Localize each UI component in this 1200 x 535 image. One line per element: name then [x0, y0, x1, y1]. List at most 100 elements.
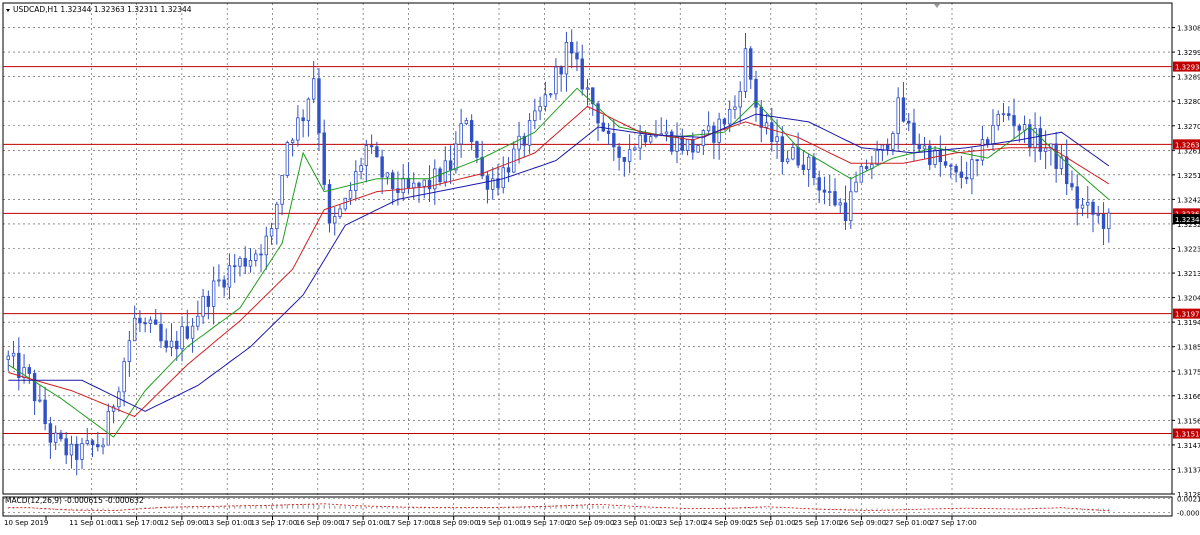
- y-tick-label: 1.31375: [1177, 466, 1200, 474]
- y-tick-label: 1.31945: [1177, 319, 1200, 327]
- macd-y-tick-label: 0.00212: [1177, 495, 1200, 503]
- candle: [38, 384, 42, 403]
- y-tick-label: 1.32515: [1177, 172, 1200, 180]
- y-tick-label: 1.32040: [1177, 295, 1200, 303]
- candle: [654, 120, 658, 139]
- candle: [248, 248, 253, 273]
- chart-svg[interactable]: 1.33085 1.32990 1.32895 1.32800 1.32705 1.326…: [0, 0, 1200, 531]
- candle: [954, 163, 958, 183]
- current-price-label: 1.32344: [1175, 216, 1200, 224]
- candle: [685, 139, 690, 156]
- candle: [996, 110, 1000, 131]
- candle: [80, 437, 84, 470]
- candle: [180, 316, 184, 362]
- candle: [454, 131, 458, 174]
- candle: [964, 161, 969, 184]
- candle: [311, 60, 316, 104]
- candle: [243, 246, 247, 275]
- candle: [17, 337, 21, 391]
- candle: [1101, 202, 1106, 246]
- x-tick-label: 12 Sep 09:00: [160, 519, 207, 527]
- candle: [828, 174, 832, 206]
- candle: [343, 197, 347, 212]
- x-tick-label: 26 Sep 09:00: [839, 519, 886, 527]
- candle: [675, 122, 679, 164]
- candle: [338, 203, 342, 219]
- x-tick-label: 20 Sep 09:00: [568, 519, 615, 527]
- candle: [533, 98, 537, 130]
- candle: [401, 164, 405, 201]
- y-tick-label: 1.32990: [1177, 49, 1200, 57]
- candle: [285, 140, 290, 178]
- candle: [464, 117, 469, 126]
- x-tick-label: 19 Sep 17:00: [522, 519, 569, 527]
- y-tick-label: 1.33085: [1177, 25, 1200, 33]
- candle: [269, 222, 274, 245]
- candle: [854, 171, 858, 193]
- x-tick-label: 11 Sep 17:00: [115, 519, 162, 527]
- candle: [227, 253, 232, 300]
- candle: [554, 58, 558, 100]
- candle: [501, 156, 505, 194]
- candle: [106, 403, 111, 446]
- candle: [559, 65, 563, 92]
- candle: [364, 139, 369, 183]
- candle: [843, 185, 848, 230]
- candle: [296, 105, 300, 147]
- candle: [448, 145, 453, 184]
- candle: [59, 429, 63, 442]
- candle: [443, 146, 448, 187]
- shift-marker-icon[interactable]: [934, 4, 940, 8]
- candle: [606, 123, 611, 145]
- candle: [1012, 98, 1016, 139]
- symbol-header: USDCAD,H1 1.32344 1.32363 1.32311 1.3234…: [13, 5, 192, 14]
- candle: [254, 249, 258, 267]
- candle: [564, 31, 569, 92]
- candle: [6, 350, 10, 372]
- candle: [32, 369, 37, 415]
- candle: [975, 159, 979, 177]
- candle: [1070, 170, 1074, 191]
- x-tick-label: 18 Sep 09:00: [432, 519, 479, 527]
- symbol-dropdown-icon[interactable]: [6, 9, 10, 12]
- candle: [211, 266, 216, 325]
- candle: [422, 179, 426, 199]
- candle: [670, 129, 674, 155]
- y-tick-label: 1.31755: [1177, 368, 1200, 376]
- candle: [459, 108, 463, 158]
- y-tick-label: 1.32705: [1177, 123, 1200, 131]
- candle: [122, 357, 126, 407]
- candle: [791, 142, 795, 161]
- x-tick-label: 16 Sep 09:00: [296, 519, 343, 527]
- candle: [664, 119, 669, 142]
- x-tick-label: 23 Sep 01:00: [613, 519, 660, 527]
- candle: [570, 29, 574, 69]
- candle: [132, 305, 137, 342]
- candle: [949, 163, 953, 179]
- candle: [217, 264, 221, 287]
- candle: [433, 159, 437, 205]
- x-tick-label: 11 Sep 01:00: [69, 519, 116, 527]
- candle: [280, 175, 284, 216]
- candle: [712, 121, 716, 160]
- candle: [1007, 106, 1011, 121]
- candle: [75, 436, 79, 476]
- candle: [264, 226, 268, 270]
- candle: [1059, 145, 1064, 175]
- candle: [627, 134, 632, 174]
- candle: [238, 256, 242, 277]
- candle: [891, 131, 895, 156]
- candle: [301, 109, 305, 138]
- candle: [680, 128, 684, 155]
- price-level-label: 1.32934: [1175, 64, 1200, 72]
- candle: [359, 157, 363, 180]
- candle: [438, 166, 442, 186]
- candle: [806, 153, 811, 187]
- moving-average-line: [8, 105, 1110, 418]
- candle: [290, 137, 295, 157]
- candle: [901, 82, 906, 123]
- candle: [696, 144, 700, 153]
- candle: [1064, 139, 1069, 196]
- candle: [22, 354, 26, 384]
- candle: [849, 177, 853, 229]
